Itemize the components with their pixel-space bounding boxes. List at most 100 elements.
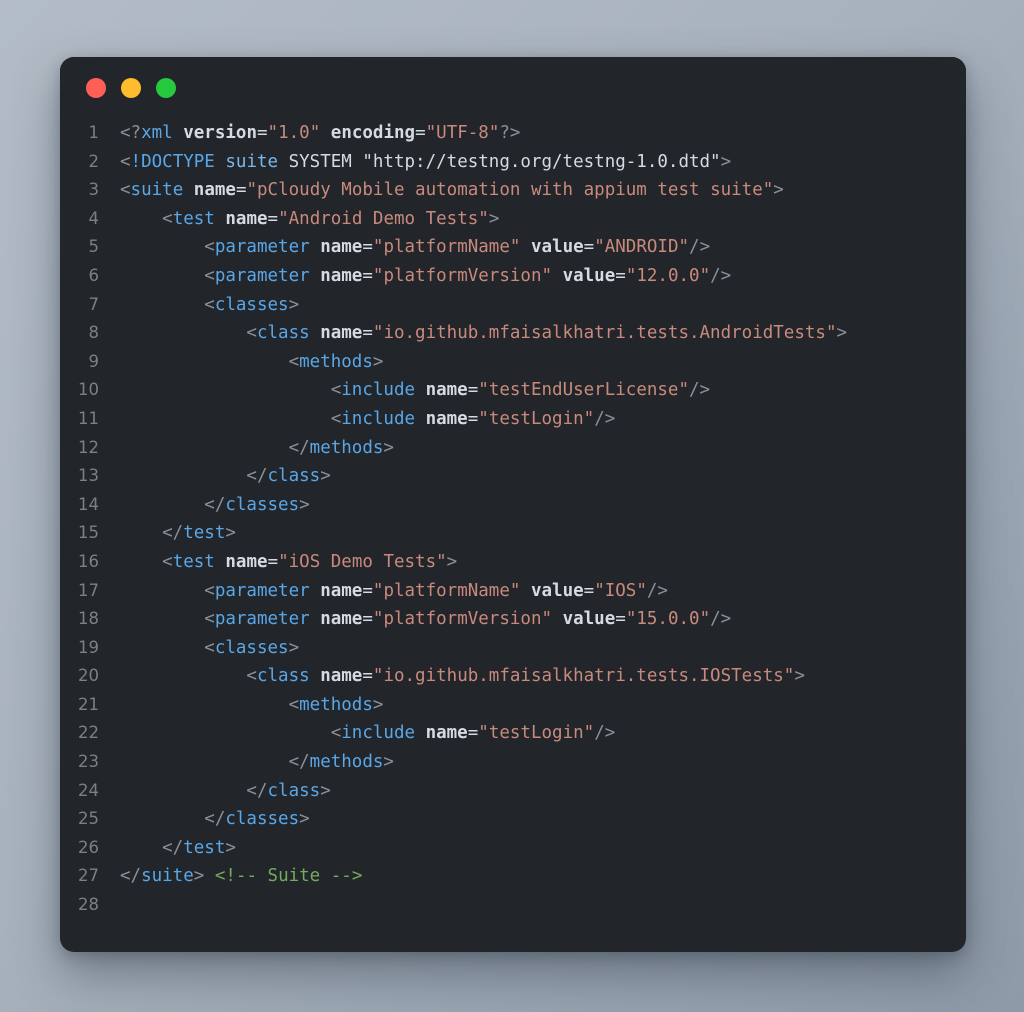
- code-token: name: [225, 551, 268, 572]
- code-token: >: [446, 551, 458, 572]
- code-token: </: [120, 437, 310, 458]
- minimize-icon[interactable]: [121, 78, 141, 98]
- code-line[interactable]: 19 <classes>: [60, 634, 966, 663]
- code-token: "ANDROID": [594, 237, 690, 258]
- close-icon[interactable]: [86, 78, 106, 98]
- code-line[interactable]: 9 <methods>: [60, 348, 966, 377]
- line-number: 22: [78, 723, 99, 743]
- code-token: <: [120, 265, 215, 286]
- code-token: >: [372, 351, 384, 372]
- code-line[interactable]: 17 <parameter name="platformName" value=…: [60, 577, 966, 606]
- code-line[interactable]: 25 </classes>: [60, 805, 966, 834]
- code-token: include: [341, 723, 416, 744]
- line-number: 19: [78, 637, 99, 657]
- code-line[interactable]: 21 <methods>: [60, 691, 966, 720]
- line-number: 27: [78, 866, 99, 886]
- code-line[interactable]: 15 </test>: [60, 519, 966, 548]
- code-line[interactable]: 22 <include name="testLogin"/>: [60, 719, 966, 748]
- code-line[interactable]: 13 </class>: [60, 462, 966, 491]
- code-token: =: [362, 265, 373, 286]
- line-number: 4: [88, 208, 100, 228]
- code-token: <: [120, 294, 215, 315]
- code-token: <: [120, 151, 131, 172]
- code-token: class: [267, 780, 321, 801]
- code-token: </: [120, 809, 226, 830]
- code-token: "Android Demo Tests": [278, 208, 489, 229]
- code-token: <: [120, 694, 300, 715]
- code-line-content: <class name="io.github.mfaisalkhatri.tes…: [120, 319, 847, 348]
- code-line[interactable]: 2 <!DOCTYPE suite SYSTEM "http://testng.o…: [60, 148, 966, 177]
- code-line[interactable]: 3 <suite name="pCloudy Mobile automation …: [60, 176, 966, 205]
- code-line-content: <classes>: [120, 634, 299, 663]
- code-token: suite: [130, 180, 184, 201]
- code-token: />: [594, 723, 616, 744]
- code-line-content: </test>: [120, 519, 236, 548]
- code-token: <: [120, 551, 173, 572]
- code-line[interactable]: 10 <include name="testEndUserLicense"/>: [60, 376, 966, 405]
- code-line[interactable]: 26 </test>: [60, 834, 966, 863]
- code-token: classes: [225, 494, 300, 515]
- code-token: >: [383, 437, 394, 458]
- code-editor[interactable]: 1 <?xml version="1.0" encoding="UTF-8"?> 2…: [60, 119, 966, 920]
- code-line-content: <methods>: [120, 691, 384, 720]
- code-token: </: [120, 780, 268, 801]
- code-line[interactable]: 18 <parameter name="platformVersion" val…: [60, 605, 966, 634]
- code-token: >: [225, 523, 236, 544]
- code-token: suite: [225, 151, 279, 172]
- code-token: "io.github.mfaisalkhatri.tests.AndroidTe…: [372, 323, 837, 344]
- code-token: <?: [120, 123, 142, 143]
- code-token: =: [467, 723, 479, 744]
- line-number: 24: [78, 780, 99, 800]
- code-token: <: [120, 580, 215, 601]
- code-line[interactable]: 1 <?xml version="1.0" encoding="UTF-8"?>: [60, 119, 966, 148]
- code-token: methods: [309, 752, 384, 773]
- code-line[interactable]: 11 <include name="testLogin"/>: [60, 405, 966, 434]
- code-line[interactable]: 24 </class>: [60, 777, 966, 806]
- code-line[interactable]: 14 </classes>: [60, 491, 966, 520]
- code-line[interactable]: 20 <class name="io.github.mfaisalkhatri.…: [60, 662, 966, 691]
- code-line[interactable]: 4 <test name="Android Demo Tests">: [60, 205, 966, 234]
- code-token: <: [120, 323, 257, 344]
- code-token: name: [425, 380, 468, 401]
- code-token: "12.0.0": [625, 265, 711, 286]
- code-line[interactable]: 5 <parameter name="platformName" value="…: [60, 233, 966, 262]
- line-number: 3: [88, 180, 100, 200]
- code-token: <: [120, 180, 131, 201]
- code-line[interactable]: 27 </suite> <!-- Suite -->: [60, 862, 966, 891]
- code-line-content: </methods>: [120, 434, 394, 463]
- code-line[interactable]: 7 <classes>: [60, 291, 966, 320]
- code-token: />: [689, 237, 711, 258]
- line-number: 8: [88, 323, 100, 343]
- line-number: 13: [78, 466, 99, 486]
- code-line[interactable]: 23 </methods>: [60, 748, 966, 777]
- code-token: <: [120, 380, 342, 401]
- code-line-content: <methods>: [120, 348, 384, 377]
- code-token: name: [320, 666, 363, 687]
- code-token: "UTF-8": [425, 123, 500, 143]
- code-token: "io.github.mfaisalkhatri.tests.IOSTests": [372, 666, 795, 687]
- code-token: >: [288, 637, 300, 658]
- code-token: classes: [214, 294, 289, 315]
- code-token: "testEndUserLicense": [478, 380, 689, 401]
- line-number: 7: [88, 294, 100, 314]
- code-token: value: [562, 609, 616, 630]
- maximize-icon[interactable]: [156, 78, 176, 98]
- code-line[interactable]: 12 </methods>: [60, 434, 966, 463]
- code-token: test: [172, 208, 215, 229]
- code-token: <: [120, 637, 215, 658]
- code-line[interactable]: 16 <test name="iOS Demo Tests">: [60, 548, 966, 577]
- code-token: />: [594, 408, 616, 429]
- code-token: =: [467, 408, 479, 429]
- code-line[interactable]: 28: [60, 891, 966, 920]
- code-line[interactable]: 8 <class name="io.github.mfaisalkhatri.t…: [60, 319, 966, 348]
- code-token: "platformName": [372, 580, 521, 601]
- code-line[interactable]: 6 <parameter name="platformVersion" valu…: [60, 262, 966, 291]
- code-token: =: [362, 580, 373, 601]
